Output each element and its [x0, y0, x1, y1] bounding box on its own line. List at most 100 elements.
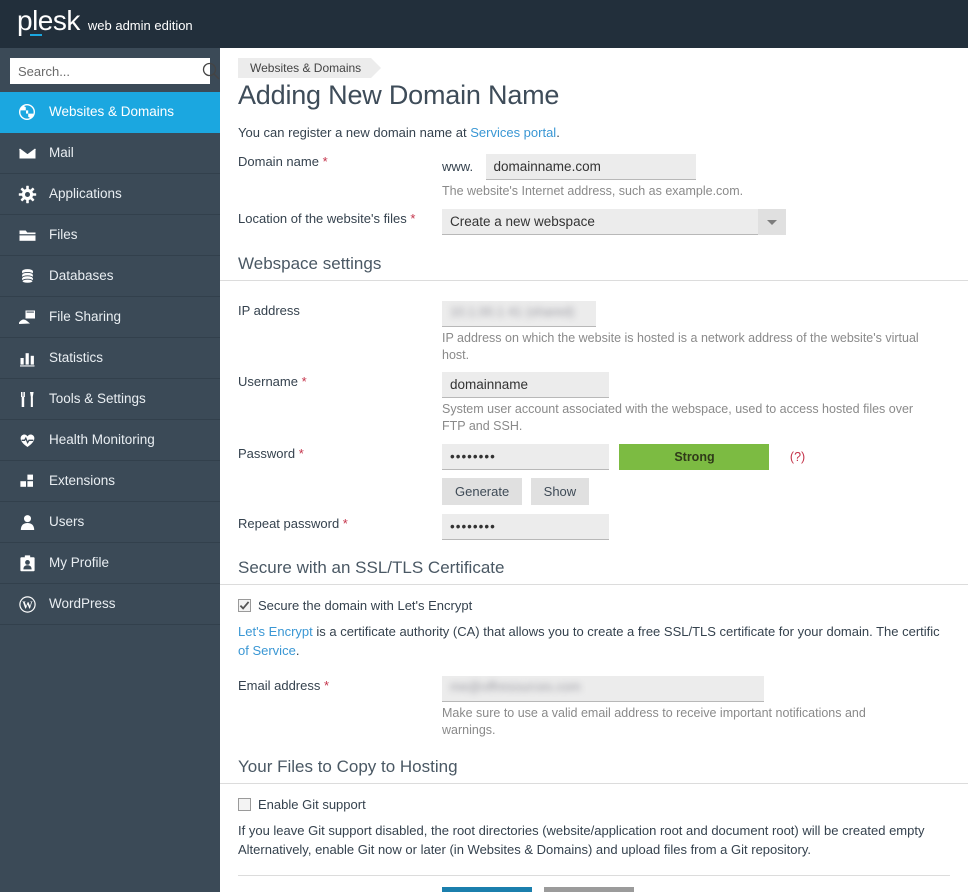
form-footer: * * Required fields Required fields OK C…: [220, 876, 968, 892]
required-marker: *: [301, 374, 307, 389]
ip-address-hint: IP address on which the website is hoste…: [442, 331, 919, 362]
globe-icon: [16, 101, 38, 123]
email-input[interactable]: me@offresources.com: [442, 676, 764, 702]
field-row-repeat-password: Repeat password *: [220, 514, 968, 540]
field-row-ip-address: IP address 10.1.00.1 41 (shared) IP addr…: [220, 301, 968, 364]
breadcrumb: Websites & Domains: [238, 58, 382, 78]
heart-pulse-icon: [16, 429, 38, 451]
sidebar-item-health-monitoring[interactable]: Health Monitoring: [0, 420, 220, 461]
sidebar-item-label: WordPress: [49, 596, 116, 612]
sidebar-item-mail[interactable]: Mail: [0, 133, 220, 174]
sidebar-item-statistics[interactable]: Statistics: [0, 338, 220, 379]
search-icon[interactable]: [200, 60, 222, 82]
username-hint: System user account associated with the …: [442, 402, 914, 433]
generate-password-button[interactable]: Generate: [442, 478, 523, 505]
check-icon: [239, 601, 250, 610]
logo-text: plesk: [17, 5, 80, 36]
cancel-button[interactable]: Cancel: [544, 887, 634, 892]
ssl-description-end: .: [295, 643, 300, 658]
sidebar-item-my-profile[interactable]: My Profile: [0, 543, 220, 584]
database-icon: [16, 265, 38, 287]
sidebar-item-extensions[interactable]: Extensions: [0, 461, 220, 502]
ip-address-input[interactable]: 10.1.00.1 41 (shared): [442, 301, 596, 327]
sidebar-item-files[interactable]: Files: [0, 215, 220, 256]
share-icon: [16, 306, 38, 328]
ssl-description: Let's Encrypt is a certificate authority…: [220, 622, 968, 641]
sidebar: Websites & Domains Mail: [0, 48, 220, 892]
sidebar-item-label: Applications: [49, 186, 122, 202]
plesk-window: plesk web admin edition Search... Websit…: [0, 0, 968, 892]
git-checkbox-label: Enable Git support: [258, 797, 366, 812]
services-portal-link[interactable]: Services portal: [470, 125, 556, 140]
ok-button[interactable]: OK: [442, 887, 532, 892]
git-checkbox-row[interactable]: Enable Git support: [220, 797, 968, 812]
gear-icon: [16, 183, 38, 205]
add-domain-form: Domain name * www. The website's Interne…: [220, 152, 968, 892]
sidebar-item-label: Tools & Settings: [49, 391, 146, 407]
ssl-checkbox-label: Secure the domain with Let's Encrypt: [258, 598, 473, 613]
search-box[interactable]: [10, 58, 220, 84]
git-checkbox[interactable]: [238, 798, 251, 811]
intro-prefix: You can register a new domain name at: [238, 125, 471, 140]
ssl-checkbox-row[interactable]: Secure the domain with Let's Encrypt: [220, 598, 968, 613]
password-label: Password *: [238, 446, 304, 461]
sidebar-item-label: Databases: [49, 268, 114, 284]
sidebar-item-label: Extensions: [49, 473, 116, 489]
sidebar-item-file-sharing[interactable]: File Sharing: [0, 297, 220, 338]
username-input[interactable]: [442, 372, 609, 398]
required-marker: *: [410, 211, 416, 226]
field-row-password: Password * Strong (?): [220, 444, 968, 470]
terms-of-service-link[interactable]: of Service: [238, 643, 296, 658]
intro-text: You can register a new domain name at Se…: [238, 125, 560, 140]
password-strength-badge: Strong: [619, 444, 770, 470]
field-row-domain-name: Domain name * www. The website's Interne…: [220, 152, 968, 200]
ip-address-value: 10.1.00.1 41 (shared): [450, 304, 575, 319]
show-password-button[interactable]: Show: [530, 478, 590, 505]
plesk-logo[interactable]: plesk web admin edition: [17, 5, 193, 36]
envelope-icon: [16, 142, 38, 164]
location-label: Location of the website's files *: [238, 211, 416, 226]
password-buttons-row: Generate Show: [220, 478, 968, 505]
password-help-icon[interactable]: (?): [790, 450, 805, 464]
ip-address-label: IP address: [238, 303, 300, 318]
email-hint: Make sure to use a valid email address t…: [442, 706, 866, 737]
email-label: Email address *: [238, 678, 330, 693]
field-row-username: Username * System user account associate…: [220, 372, 968, 435]
required-marker: *: [342, 516, 348, 531]
sidebar-item-label: Health Monitoring: [49, 432, 155, 448]
logo-edition-label: web admin edition: [87, 18, 193, 33]
wordpress-icon: W: [16, 593, 38, 615]
sidebar-item-tools-settings[interactable]: Tools & Settings: [0, 379, 220, 420]
lets-encrypt-link[interactable]: Let's Encrypt: [238, 624, 313, 639]
repeat-password-input[interactable]: [442, 514, 609, 540]
field-row-location: Location of the website's files * Create…: [220, 209, 968, 240]
chevron-down-icon[interactable]: [758, 209, 786, 235]
ssl-description-line2: of Service.: [220, 641, 968, 660]
domain-name-field-group: www.: [442, 154, 968, 180]
page-title: Adding New Domain Name: [238, 80, 560, 110]
sidebar-item-websites-domains[interactable]: Websites & Domains: [0, 92, 220, 133]
profile-card-icon: [16, 552, 38, 574]
main-content: Websites & Domains Adding New Domain Nam…: [220, 48, 968, 892]
git-description-line1: If you leave Git support disabled, the r…: [238, 823, 925, 838]
sidebar-item-applications[interactable]: Applications: [0, 174, 220, 215]
required-marker: *: [322, 154, 328, 169]
password-input[interactable]: [442, 444, 609, 470]
location-select[interactable]: Create a new webspace: [442, 209, 786, 235]
search-input[interactable]: [10, 59, 200, 83]
password-buttons-group: Generate Show: [442, 478, 968, 505]
sidebar-item-label: Mail: [49, 145, 74, 161]
domain-name-input[interactable]: [485, 154, 696, 180]
email-field-group: me@offresources.com: [442, 676, 968, 702]
sidebar-item-databases[interactable]: Databases: [0, 256, 220, 297]
required-marker: *: [324, 678, 330, 693]
ssl-checkbox[interactable]: [238, 599, 251, 612]
ip-address-field-group: 10.1.00.1 41 (shared): [442, 301, 968, 327]
sidebar-item-wordpress[interactable]: W WordPress: [0, 584, 220, 625]
repeat-password-field-group: [442, 514, 968, 540]
breadcrumb-item-websites-domains[interactable]: Websites & Domains: [238, 58, 382, 78]
bar-chart-icon: [16, 347, 38, 369]
field-row-email: Email address * me@offresources.com Make…: [220, 676, 968, 739]
tools-icon: [16, 388, 38, 410]
sidebar-item-users[interactable]: Users: [0, 502, 220, 543]
